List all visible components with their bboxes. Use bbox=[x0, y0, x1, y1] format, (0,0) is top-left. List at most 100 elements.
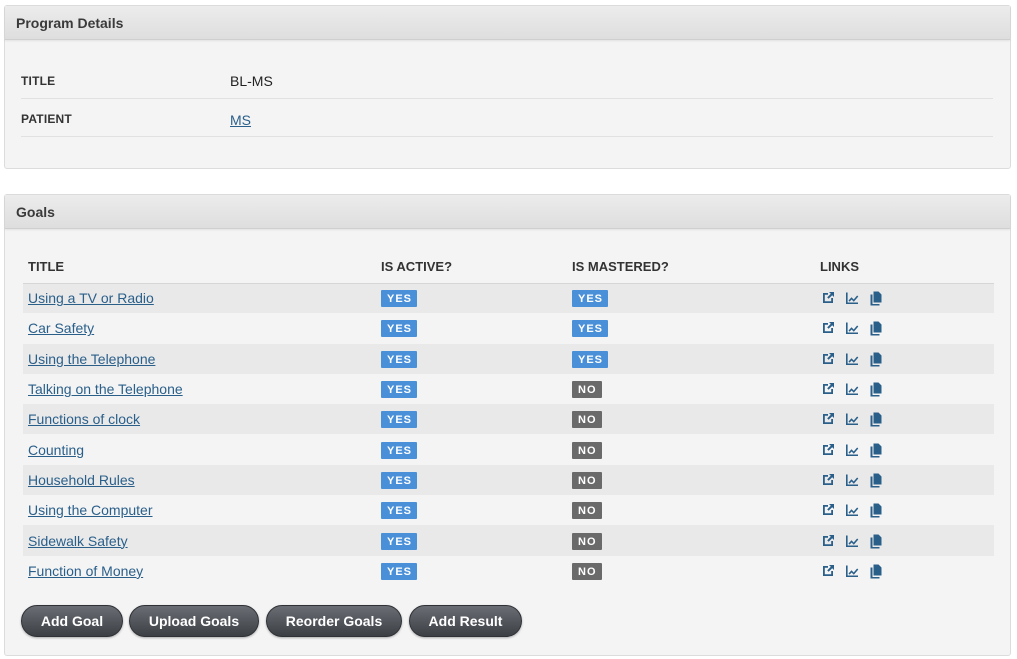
goals-table-header: TITLE IS ACTIVE? IS MASTERED? LINKS bbox=[23, 251, 994, 284]
chart-icon[interactable] bbox=[844, 351, 860, 367]
goal-title-link[interactable]: Function of Money bbox=[28, 563, 143, 579]
is-mastered-badge: YES bbox=[572, 320, 609, 338]
table-row: Using the Computer YES NO bbox=[23, 495, 994, 526]
external-link-icon[interactable] bbox=[820, 502, 836, 518]
external-link-icon[interactable] bbox=[820, 320, 836, 336]
chart-icon[interactable] bbox=[844, 442, 860, 458]
links-cell bbox=[815, 343, 994, 374]
link-icons bbox=[820, 472, 994, 488]
is-active-cell: YES bbox=[376, 404, 567, 435]
copy-icon[interactable] bbox=[868, 563, 884, 579]
is-active-cell: YES bbox=[376, 555, 567, 586]
external-link-icon[interactable] bbox=[820, 290, 836, 306]
copy-icon[interactable] bbox=[868, 351, 884, 367]
chart-icon[interactable] bbox=[844, 533, 860, 549]
is-mastered-cell: NO bbox=[567, 525, 815, 556]
add-goal-button[interactable]: Add Goal bbox=[21, 605, 123, 637]
is-active-cell: YES bbox=[376, 525, 567, 556]
copy-icon[interactable] bbox=[868, 502, 884, 518]
is-mastered-badge: YES bbox=[572, 350, 609, 368]
link-icons bbox=[820, 502, 994, 518]
goal-title-link[interactable]: Counting bbox=[28, 442, 84, 458]
title-value: BL-MS bbox=[230, 73, 273, 89]
reorder-goals-button[interactable]: Reorder Goals bbox=[266, 605, 402, 637]
table-row: Functions of clock YES NO bbox=[23, 404, 994, 435]
link-icons bbox=[820, 381, 994, 397]
goal-title-link[interactable]: Functions of clock bbox=[28, 411, 140, 427]
external-link-icon[interactable] bbox=[820, 381, 836, 397]
is-mastered-cell: NO bbox=[567, 464, 815, 496]
external-link-icon[interactable] bbox=[820, 563, 836, 579]
patient-link[interactable]: MS bbox=[230, 112, 251, 128]
is-mastered-badge: NO bbox=[572, 502, 602, 520]
table-row: Using the Telephone YES YES bbox=[23, 343, 994, 374]
is-active-cell: YES bbox=[376, 434, 567, 465]
copy-icon[interactable] bbox=[868, 381, 884, 397]
goal-title-link[interactable]: Using the Telephone bbox=[28, 351, 155, 367]
goal-title-link[interactable]: Using the Computer bbox=[28, 502, 153, 518]
chart-icon[interactable] bbox=[844, 411, 860, 427]
chart-icon[interactable] bbox=[844, 563, 860, 579]
links-cell bbox=[815, 495, 994, 526]
links-cell bbox=[815, 555, 994, 586]
table-row: Car Safety YES YES bbox=[23, 313, 994, 344]
link-icons bbox=[820, 351, 994, 367]
goal-title-link[interactable]: Household Rules bbox=[28, 472, 135, 488]
goal-title-cell: Talking on the Telephone bbox=[23, 373, 376, 405]
copy-icon[interactable] bbox=[868, 442, 884, 458]
link-icons bbox=[820, 290, 994, 306]
is-mastered-cell: NO bbox=[567, 495, 815, 526]
is-active-cell: YES bbox=[376, 373, 567, 405]
table-row: Talking on the Telephone YES NO bbox=[23, 373, 994, 405]
copy-icon[interactable] bbox=[868, 290, 884, 306]
is-active-badge: YES bbox=[381, 532, 418, 550]
is-mastered-cell: NO bbox=[567, 404, 815, 435]
add-result-button[interactable]: Add Result bbox=[409, 605, 522, 637]
copy-icon[interactable] bbox=[868, 411, 884, 427]
external-link-icon[interactable] bbox=[820, 411, 836, 427]
goal-title-cell: Household Rules bbox=[23, 464, 376, 496]
is-mastered-cell: NO bbox=[567, 373, 815, 405]
patient-label: PATIENT bbox=[21, 112, 72, 126]
is-mastered-badge: NO bbox=[572, 411, 602, 429]
goals-header: Goals bbox=[5, 195, 1010, 229]
is-mastered-cell: YES bbox=[567, 343, 815, 374]
is-mastered-badge: YES bbox=[572, 290, 609, 308]
goal-title-cell: Using the Telephone bbox=[23, 343, 376, 374]
copy-icon[interactable] bbox=[868, 320, 884, 336]
goal-title-cell: Functions of clock bbox=[23, 404, 376, 435]
is-active-cell: YES bbox=[376, 464, 567, 496]
external-link-icon[interactable] bbox=[820, 472, 836, 488]
upload-goals-button[interactable]: Upload Goals bbox=[129, 605, 259, 637]
is-active-badge: YES bbox=[381, 381, 418, 399]
chart-icon[interactable] bbox=[844, 290, 860, 306]
links-cell bbox=[815, 525, 994, 556]
goal-title-link[interactable]: Car Safety bbox=[28, 320, 94, 336]
link-icons bbox=[820, 563, 994, 579]
chart-icon[interactable] bbox=[844, 502, 860, 518]
chart-icon[interactable] bbox=[844, 472, 860, 488]
copy-icon[interactable] bbox=[868, 533, 884, 549]
column-header-links: LINKS bbox=[815, 251, 994, 284]
external-link-icon[interactable] bbox=[820, 442, 836, 458]
goal-title-link[interactable]: Sidewalk Safety bbox=[28, 533, 128, 549]
is-active-badge: YES bbox=[381, 562, 418, 580]
external-link-icon[interactable] bbox=[820, 533, 836, 549]
copy-icon[interactable] bbox=[868, 472, 884, 488]
table-row: Using a TV or Radio YES YES bbox=[23, 283, 994, 314]
chart-icon[interactable] bbox=[844, 381, 860, 397]
is-active-badge: YES bbox=[381, 441, 418, 459]
goal-title-link[interactable]: Talking on the Telephone bbox=[28, 381, 183, 397]
chart-icon[interactable] bbox=[844, 320, 860, 336]
is-active-badge: YES bbox=[381, 320, 418, 338]
is-mastered-cell: YES bbox=[567, 283, 815, 314]
table-row: Function of Money YES NO bbox=[23, 555, 994, 586]
goal-title-link[interactable]: Using a TV or Radio bbox=[28, 290, 154, 306]
external-link-icon[interactable] bbox=[820, 351, 836, 367]
goal-title-cell: Sidewalk Safety bbox=[23, 525, 376, 556]
is-mastered-badge: NO bbox=[572, 562, 602, 580]
goal-title-cell: Using a TV or Radio bbox=[23, 283, 376, 314]
table-row: Sidewalk Safety YES NO bbox=[23, 525, 994, 556]
goal-title-cell: Function of Money bbox=[23, 555, 376, 586]
detail-row-title: TITLE BL-MS bbox=[21, 61, 993, 99]
